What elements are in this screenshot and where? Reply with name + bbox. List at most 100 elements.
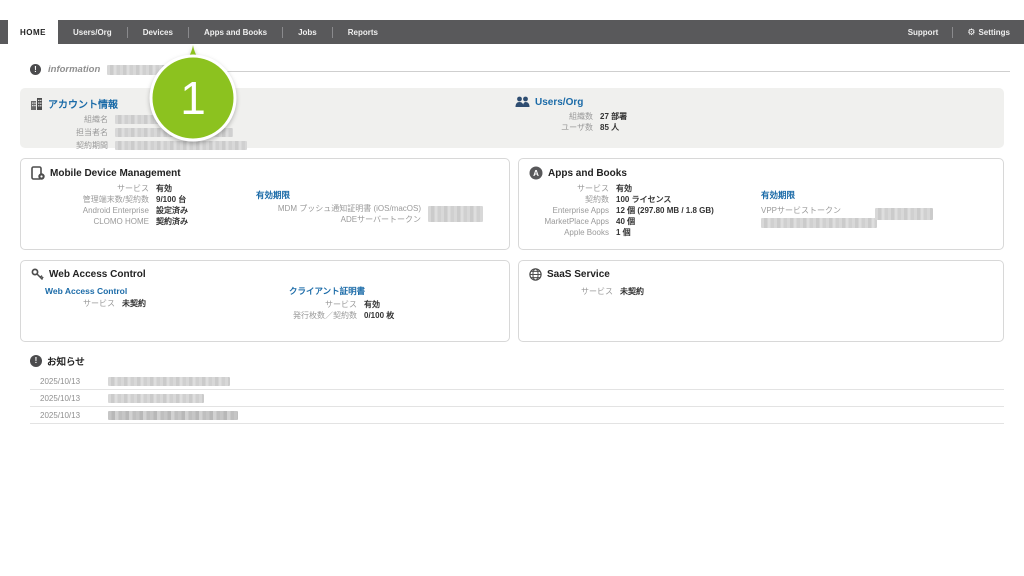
svg-text:A: A — [533, 169, 539, 178]
row-label: サービス — [269, 299, 364, 310]
row-label: 契約数 — [529, 194, 616, 205]
row-value: 12 個 (297.80 MB / 1.8 GB) — [616, 205, 714, 216]
row-value: 有効 — [364, 299, 380, 310]
row-label: 契約期間 — [30, 140, 115, 151]
saas-row-service: サービス 未契約 — [543, 286, 993, 297]
mdm-cert-rows: MDM プッシュ通知証明書 (iOS/macOS) ADEサーバートークン — [256, 204, 483, 225]
row-label: Enterprise Apps — [529, 205, 616, 216]
top-nav: HOME Users/Org Devices Apps and Books Jo… — [0, 20, 1024, 44]
cert-row-issued: 発行枚数／契約数 0/100 枚 — [269, 310, 394, 321]
tab-apps-and-books[interactable]: Apps and Books — [189, 20, 282, 44]
settings-link[interactable]: ⚙ Settings — [965, 28, 1012, 37]
row-value: 0/100 枚 — [364, 310, 394, 321]
row-label: CLOMO HOME — [31, 216, 156, 227]
row-value: 未契約 — [122, 298, 146, 309]
clomo-dashboard: HOME Users/Org Devices Apps and Books Jo… — [0, 0, 1024, 576]
row-user-count: ユーザ数 85 人 — [515, 122, 627, 133]
client-cert-section: クライアント証明書 サービス 有効 発行枚数／契約数 0/100 枚 — [289, 285, 394, 321]
account-info-title-text: アカウント情報 — [48, 96, 118, 111]
marker-number: 1 — [180, 72, 206, 124]
tab-users-org[interactable]: Users/Org — [58, 20, 127, 44]
apps-books-card: A Apps and Books サービス 有効 契約数 100 ライセンス E… — [518, 158, 1004, 250]
device-gear-icon — [31, 166, 45, 180]
row-label: MarketPlace Apps — [529, 216, 616, 227]
users-org-title[interactable]: Users/Org — [515, 96, 627, 108]
row-value: 1 個 — [616, 227, 631, 238]
mdm-push-cert-label: MDM プッシュ通知証明書 (iOS/macOS) — [256, 204, 421, 215]
wac-link[interactable]: Web Access Control — [45, 286, 499, 296]
notices-title-text: お知らせ — [47, 354, 85, 368]
redacted-value — [428, 206, 483, 222]
mdm-card: Mobile Device Management サービス 有効 管理端末数/契… — [20, 158, 510, 250]
row-label: 発行枚数／契約数 — [269, 310, 364, 321]
apps-books-card-title: A Apps and Books — [529, 166, 993, 180]
row-label: サービス — [529, 183, 616, 194]
tab-home[interactable]: HOME — [8, 20, 58, 44]
row-value: 契約済み — [156, 216, 188, 227]
mdm-expiry-section: 有効期限 MDM プッシュ通知証明書 (iOS/macOS) ADEサーバートー… — [256, 189, 483, 225]
row-value: 設定済み — [156, 205, 188, 216]
client-cert-link[interactable]: クライアント証明書 — [289, 285, 394, 297]
users-org-rows: 組織数 27 部署 ユーザ数 85 人 — [515, 111, 627, 133]
client-cert-rows: サービス 有効 発行枚数／契約数 0/100 枚 — [269, 299, 394, 321]
mdm-expiry-link[interactable]: 有効期限 — [256, 189, 483, 201]
row-value: 40 個 — [616, 216, 635, 227]
saas-title-text: SaaS Service — [547, 269, 610, 280]
notice-item[interactable]: 2025/10/13 — [30, 373, 1004, 390]
wac-card: Web Access Control Web Access Control サー… — [20, 260, 510, 342]
row-value: 有効 — [156, 183, 172, 194]
step-marker-1: 1 — [146, 45, 240, 143]
users-org-title-text: Users/Org — [535, 97, 583, 108]
redacted-value — [108, 377, 230, 386]
marker-balloon-icon: 1 — [146, 45, 240, 143]
row-value: 9/100 台 — [156, 194, 186, 205]
support-link[interactable]: Support — [906, 28, 941, 37]
notice-date: 2025/10/13 — [40, 394, 92, 403]
row-value: 未契約 — [620, 286, 644, 297]
users-icon — [515, 96, 530, 108]
row-label: 管理端末数/契約数 — [31, 194, 156, 205]
row-label: Android Enterprise — [31, 205, 156, 216]
tab-jobs[interactable]: Jobs — [283, 20, 332, 44]
notice-item[interactable]: 2025/10/13 — [30, 390, 1004, 407]
gear-icon: ⚙ — [967, 28, 975, 37]
notices-list: 2025/10/13 2025/10/13 2025/10/13 — [30, 373, 1004, 424]
redacted-value — [108, 411, 238, 420]
saas-card: SaaS Service サービス 未契約 — [518, 260, 1004, 342]
redacted-value — [761, 218, 877, 228]
notice-item[interactable]: 2025/10/13 — [30, 407, 1004, 424]
notice-date: 2025/10/13 — [40, 411, 92, 420]
row-value: 100 ライセンス — [616, 194, 671, 205]
notices-title: ! お知らせ — [30, 354, 1004, 368]
notice-balloon-icon: ! — [30, 355, 42, 367]
row-value: 85 人 — [600, 122, 619, 133]
tab-reports[interactable]: Reports — [333, 20, 393, 44]
ab-expiry-link[interactable]: 有効期限 — [761, 189, 877, 201]
wac-title-text: Web Access Control — [49, 269, 146, 280]
row-label: 組織名 — [30, 114, 115, 125]
ab-expiry-section: 有効期限 VPPサービストークン — [761, 189, 877, 228]
mdm-title-text: Mobile Device Management — [50, 168, 181, 179]
row-value: 27 部署 — [600, 111, 627, 122]
row-label: Apple Books — [529, 227, 616, 238]
key-icon — [31, 268, 44, 281]
wac-card-title: Web Access Control — [31, 268, 499, 281]
row-label: 担当者名 — [30, 127, 115, 138]
settings-label: Settings — [978, 28, 1010, 37]
row-label: サービス — [45, 298, 122, 309]
information-label: information — [48, 64, 100, 75]
cert-row-service: サービス 有効 — [269, 299, 394, 310]
row-label: ユーザ数 — [515, 122, 600, 133]
apps-books-title-text: Apps and Books — [548, 168, 627, 179]
nav-right-group: Support ⚙ Settings — [906, 20, 1024, 44]
saas-card-title: SaaS Service — [529, 268, 993, 281]
app-store-icon: A — [529, 166, 543, 180]
info-balloon-icon: ! — [30, 64, 41, 75]
row-label: サービス — [31, 183, 156, 194]
globe-icon — [529, 268, 542, 281]
information-rule — [176, 71, 1010, 72]
redacted-value — [108, 394, 204, 403]
tab-devices[interactable]: Devices — [128, 20, 188, 44]
ade-token-label: ADEサーバートークン — [256, 215, 421, 226]
row-value: 有効 — [616, 183, 632, 194]
